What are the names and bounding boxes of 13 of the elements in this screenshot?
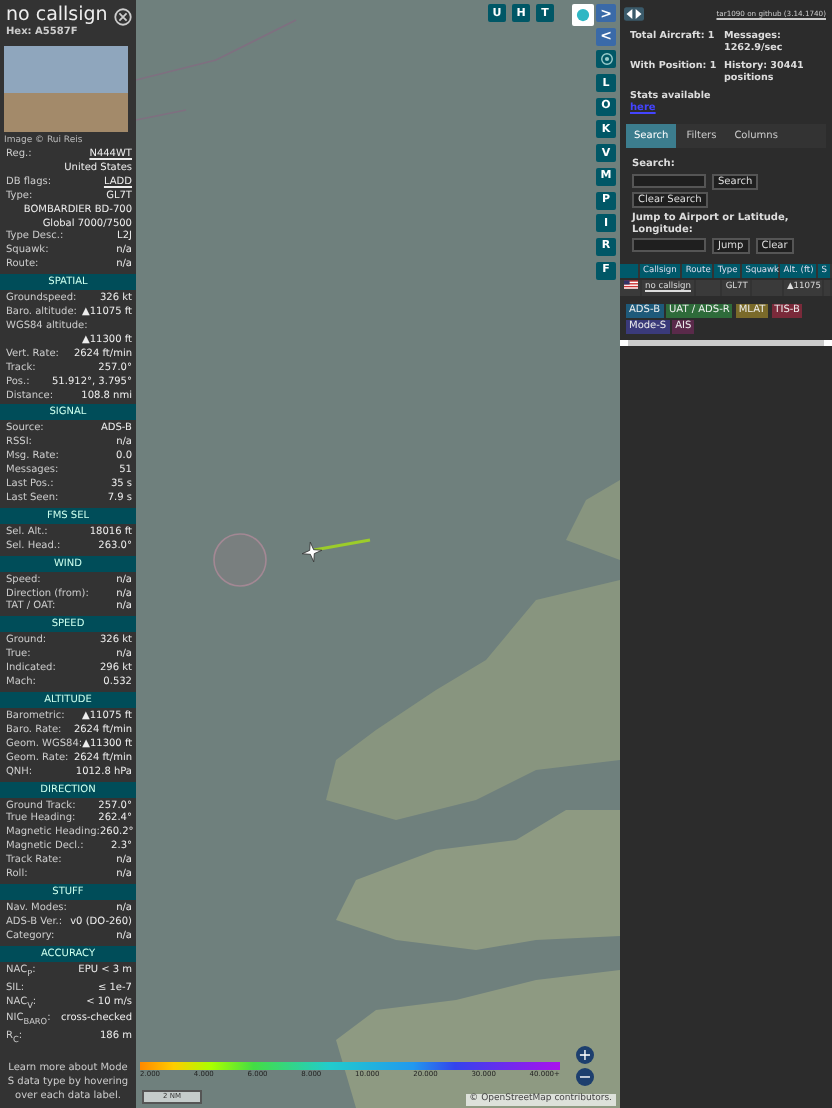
flag-icon	[623, 280, 637, 289]
settings-button[interactable]	[596, 50, 616, 69]
flight-trail	[312, 538, 372, 554]
expand-icon[interactable]	[624, 6, 644, 22]
close-icon[interactable]	[114, 8, 132, 26]
callsign-title: no callsign	[6, 4, 108, 26]
scrollbar[interactable]	[620, 340, 832, 346]
range-ring-icon	[212, 532, 268, 588]
aircraft-icon	[300, 540, 324, 564]
day-night-button[interactable]	[572, 4, 594, 26]
photo-placeholder	[4, 46, 128, 132]
jump-field[interactable]	[632, 238, 706, 252]
search-field[interactable]	[632, 173, 706, 187]
